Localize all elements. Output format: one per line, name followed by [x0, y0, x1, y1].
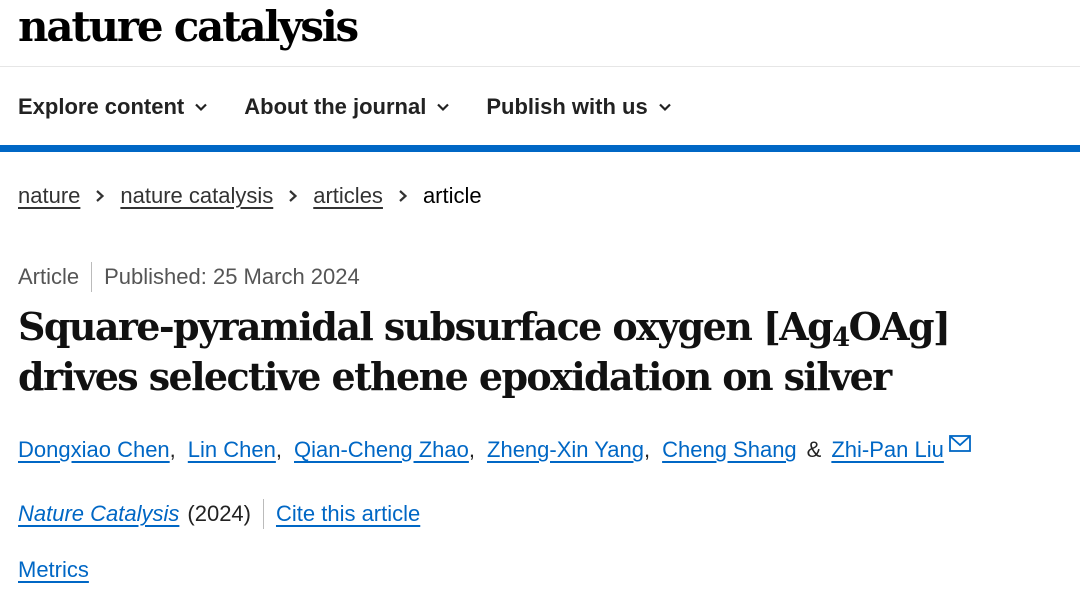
citation-line: Nature Catalysis (2024) Cite this articl…: [18, 498, 420, 530]
nav-publish-with-us[interactable]: Publish with us: [486, 94, 671, 120]
article-meta: Article Published: 25 March 2024: [18, 262, 360, 292]
chevron-down-icon: [658, 103, 671, 112]
author-list: Dongxiao Chen, Lin Chen, Qian-Cheng Zhao…: [18, 434, 971, 466]
chevron-down-icon: [195, 103, 208, 112]
breadcrumb-articles[interactable]: articles: [313, 183, 383, 209]
chevron-right-icon: [399, 190, 408, 202]
header-divider: [0, 66, 1080, 67]
chevron-right-icon: [289, 190, 298, 202]
nav-label: Publish with us: [486, 94, 648, 119]
author-link[interactable]: Zhi-Pan Liu: [831, 437, 944, 463]
breadcrumb: nature nature catalysis articles article: [18, 181, 482, 211]
journal-logo[interactable]: nature catalysis: [18, 2, 359, 52]
author-link[interactable]: Cheng Shang: [662, 437, 797, 463]
title-subscript: 4: [832, 323, 850, 353]
author-link[interactable]: Lin Chen: [188, 437, 276, 463]
meta-divider: [91, 262, 93, 292]
author-separator: ,: [169, 437, 176, 462]
author-separator: ,: [275, 437, 282, 462]
main-nav: Explore content About the journal Publis…: [18, 90, 708, 124]
publication-year: (2024): [187, 501, 251, 526]
author-link[interactable]: Zheng-Xin Yang: [487, 437, 644, 463]
nav-explore-content[interactable]: Explore content: [18, 94, 208, 120]
author-final-separator: &: [806, 437, 822, 462]
nav-label: Explore content: [18, 94, 185, 119]
title-part-1: Square-pyramidal subsurface oxygen [Ag: [18, 304, 834, 349]
published-date: Published: 25 March 2024: [104, 264, 360, 289]
author-separator: ,: [643, 437, 651, 462]
cite-article-link[interactable]: Cite this article: [276, 501, 420, 527]
journal-link[interactable]: Nature Catalysis: [18, 501, 179, 527]
author-link[interactable]: Dongxiao Chen: [18, 437, 170, 463]
metrics-link[interactable]: Metrics: [18, 557, 89, 583]
mail-icon[interactable]: [948, 434, 971, 452]
author-separator: ,: [468, 437, 476, 462]
citation-divider: [262, 499, 264, 529]
chevron-right-icon: [96, 190, 105, 202]
article-title: Square-pyramidal subsurface oxygen [Ag4O…: [18, 302, 1078, 402]
author-link[interactable]: Qian-Cheng Zhao: [294, 437, 469, 463]
breadcrumb-nature-catalysis[interactable]: nature catalysis: [120, 183, 273, 209]
nav-about-journal[interactable]: About the journal: [244, 94, 450, 120]
accent-bar: [0, 145, 1080, 152]
breadcrumb-current: article: [422, 183, 482, 208]
article-type: Article: [18, 264, 80, 289]
chevron-down-icon: [437, 103, 450, 112]
nav-label: About the journal: [244, 94, 427, 119]
breadcrumb-nature[interactable]: nature: [18, 183, 80, 209]
